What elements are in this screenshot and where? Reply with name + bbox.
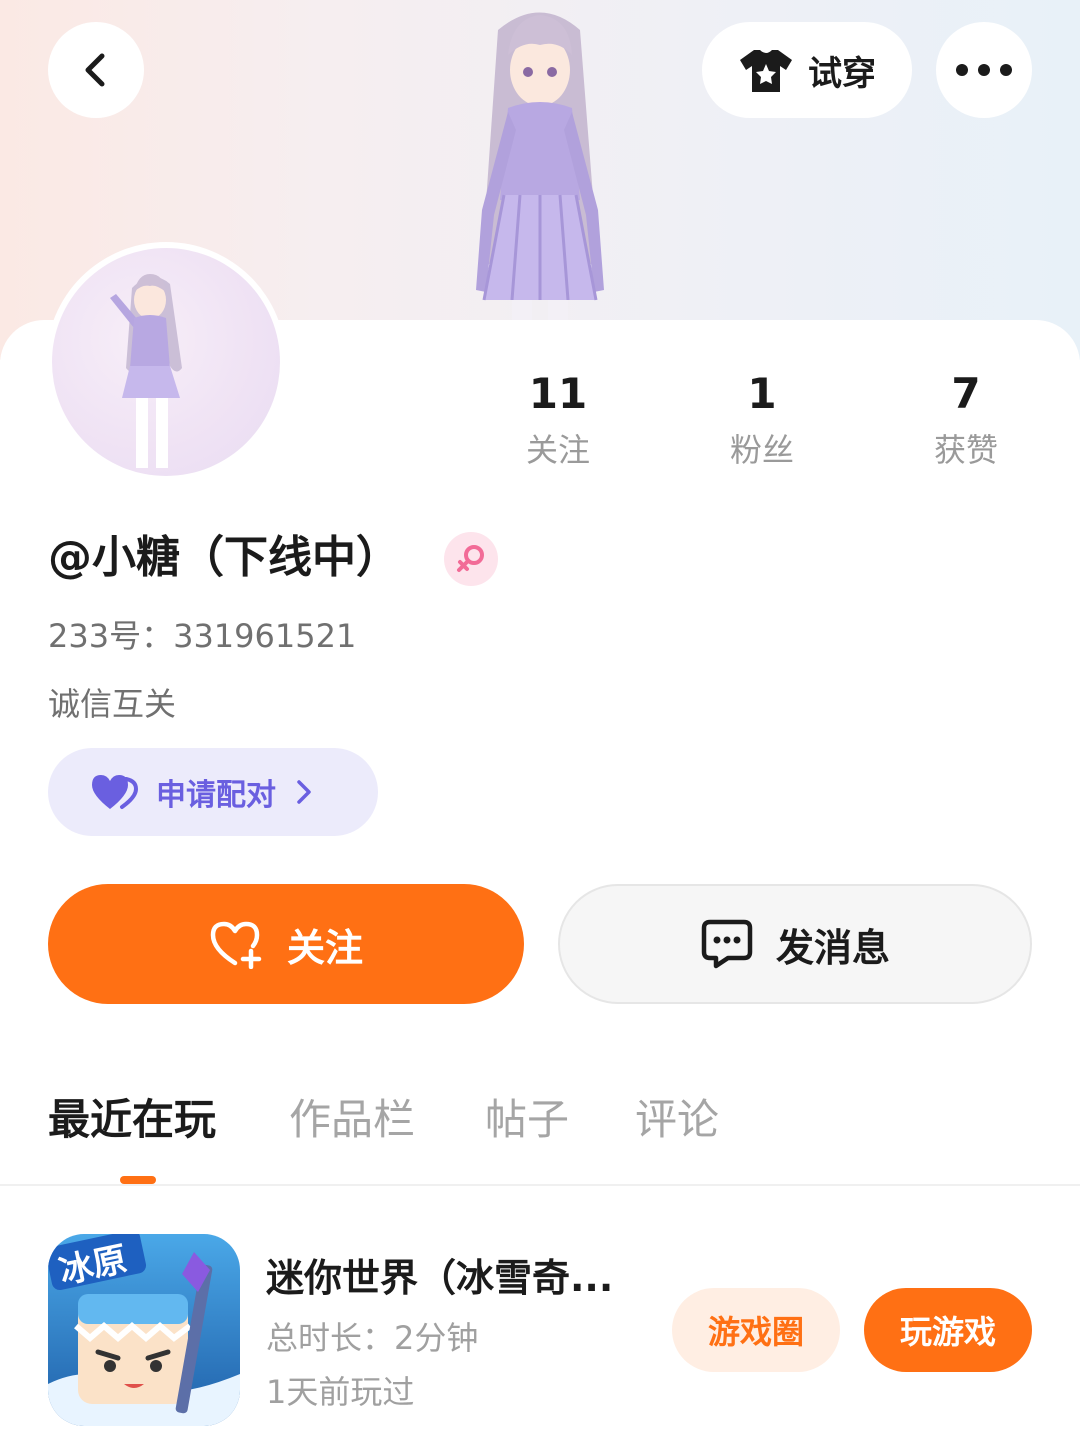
follow-label: 关注 xyxy=(286,925,363,970)
game-circle-label: 游戏圈 xyxy=(707,1313,804,1351)
back-button[interactable] xyxy=(48,22,144,118)
tab-works[interactable]: 作品栏 xyxy=(289,1092,415,1148)
gender-badge xyxy=(444,532,498,586)
stat-fans-label: 粉丝 xyxy=(729,431,794,469)
user-bio: 诚信互关 xyxy=(48,685,177,723)
stat-likes[interactable]: 7 获赞 xyxy=(881,368,1051,472)
more-icon xyxy=(956,64,1012,76)
stat-likes-label: 获赞 xyxy=(933,431,998,469)
stat-following-value: 11 xyxy=(528,369,588,418)
username: @小糖（下线中） xyxy=(48,532,400,583)
user-id: 233号：331961521 xyxy=(48,617,357,655)
tab-recent-play[interactable]: 最近在玩 xyxy=(48,1092,216,1148)
apply-pair-label: 申请配对 xyxy=(156,778,276,813)
avatar-3d-figure xyxy=(476,12,604,330)
chat-bubble-icon xyxy=(701,919,753,969)
stat-fans[interactable]: 1 粉丝 xyxy=(677,368,847,472)
avatar-figure xyxy=(110,274,182,468)
chevron-right-icon xyxy=(297,780,311,804)
active-tab-indicator xyxy=(120,1176,156,1184)
female-icon xyxy=(457,545,484,572)
apply-pair-button[interactable]: 申请配对 xyxy=(48,748,378,836)
play-game-button[interactable]: 玩游戏 xyxy=(864,1288,1032,1372)
tab-posts[interactable]: 帖子 xyxy=(485,1092,569,1148)
send-message-label: 发消息 xyxy=(775,925,890,970)
game-icon[interactable]: 冰原 xyxy=(48,1234,240,1426)
game-circle-button[interactable]: 游戏圈 xyxy=(672,1288,840,1372)
game-title[interactable]: 迷你世界（冰雪奇... xyxy=(266,1252,646,1304)
double-heart-icon xyxy=(92,775,138,809)
game-last-played: 1天前玩过 xyxy=(266,1373,415,1411)
stat-likes-value: 7 xyxy=(951,369,981,418)
stat-fans-value: 1 xyxy=(747,369,777,418)
send-message-button[interactable]: 发消息 xyxy=(558,884,1032,1004)
game-duration: 总时长：2分钟 xyxy=(266,1319,479,1357)
game-icon-art: 冰原 xyxy=(48,1234,240,1426)
stat-following-label: 关注 xyxy=(525,431,590,469)
try-on-button[interactable]: 试穿 xyxy=(702,22,912,118)
more-button[interactable] xyxy=(936,22,1032,118)
shirt-icon xyxy=(740,50,792,92)
stat-following[interactable]: 11 关注 xyxy=(473,368,643,472)
follow-button[interactable]: 关注 xyxy=(48,884,524,1004)
tabs-divider xyxy=(0,1184,1080,1186)
avatar[interactable] xyxy=(46,242,286,482)
try-on-label: 试穿 xyxy=(808,53,876,94)
play-game-label: 玩游戏 xyxy=(899,1313,996,1351)
tab-comments[interactable]: 评论 xyxy=(635,1092,719,1148)
heart-plus-icon xyxy=(210,921,262,969)
back-icon xyxy=(85,53,105,87)
